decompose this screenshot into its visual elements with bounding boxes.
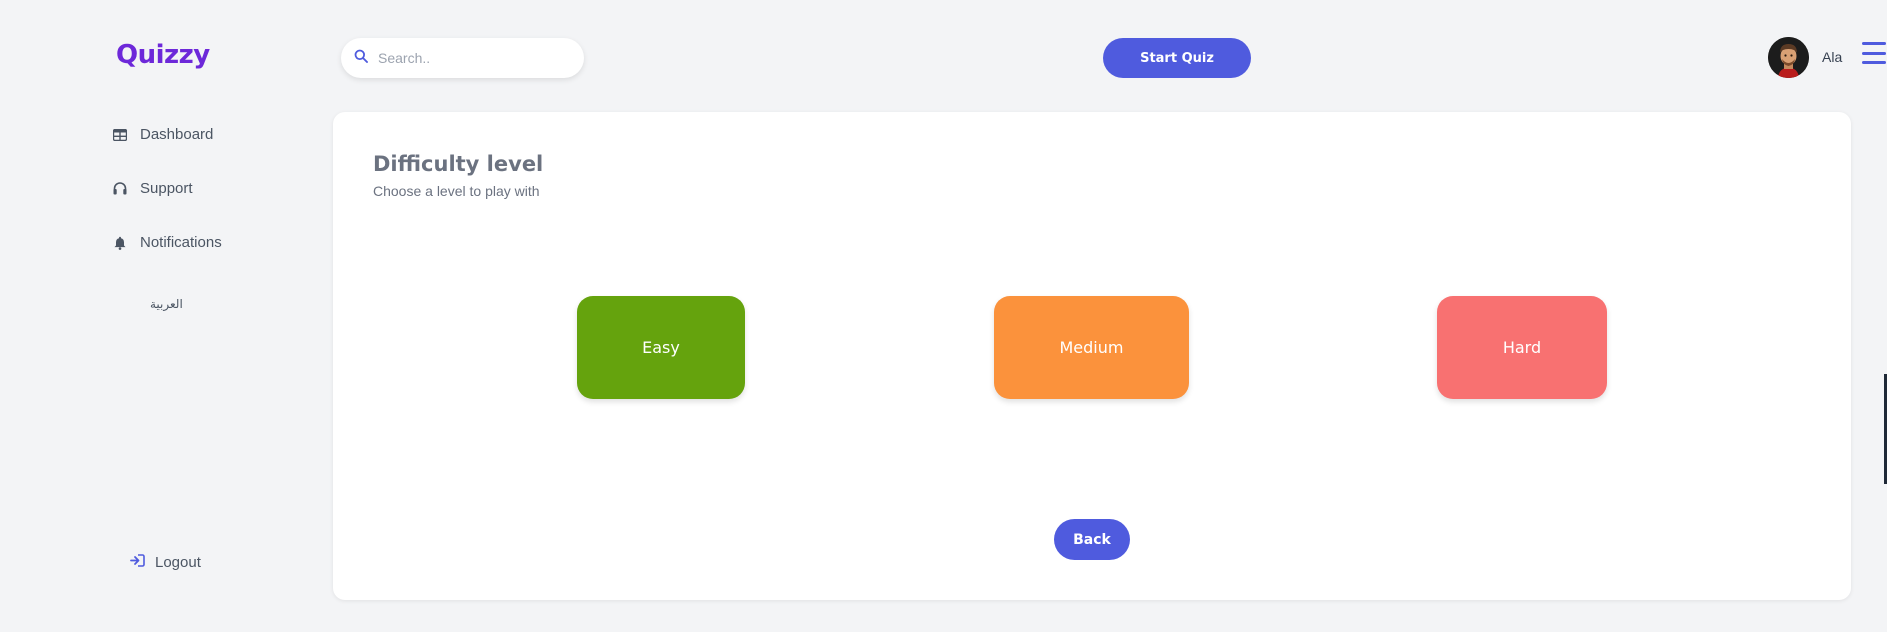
menu-line: [1862, 51, 1886, 55]
back-button[interactable]: Back: [1054, 519, 1130, 560]
menu-line: [1862, 61, 1886, 64]
app-logo: Quizzy: [116, 40, 210, 70]
search-input[interactable]: [378, 50, 558, 66]
search-box[interactable]: [341, 38, 584, 78]
level-easy-button[interactable]: Easy: [577, 296, 745, 399]
difficulty-card: Difficulty level Choose a level to play …: [333, 112, 1851, 600]
sidebar-item-support[interactable]: Support: [112, 180, 193, 197]
sidebar-item-label: Support: [140, 180, 193, 197]
menu-line: [1862, 42, 1886, 45]
sidebar-item-dashboard[interactable]: Dashboard: [112, 126, 213, 143]
avatar[interactable]: [1768, 37, 1809, 78]
search-icon: [354, 49, 368, 68]
level-hard-button[interactable]: Hard: [1437, 296, 1607, 399]
language-switch-link[interactable]: العربية: [150, 297, 183, 311]
level-label: Easy: [642, 338, 680, 357]
user-name: Ala: [1822, 49, 1843, 65]
start-quiz-button[interactable]: Start Quiz: [1103, 38, 1251, 78]
level-label: Hard: [1502, 338, 1542, 357]
sidebar-item-label: Notifications: [140, 234, 222, 251]
bell-icon: [112, 235, 128, 251]
logout-button[interactable]: Logout: [130, 554, 201, 571]
sidebar-item-label: Dashboard: [140, 126, 214, 143]
logout-label: Logout: [155, 554, 201, 571]
hamburger-menu-icon[interactable]: [1862, 42, 1886, 64]
level-medium-button[interactable]: Medium: [994, 296, 1189, 399]
headphones-icon: [112, 181, 128, 197]
logout-icon: [130, 554, 145, 571]
page-title: Difficulty level: [373, 152, 544, 176]
sidebar-item-notifications[interactable]: Notifications: [112, 234, 222, 251]
level-label: Medium: [1059, 338, 1124, 357]
page-subtitle: Choose a level to play with: [373, 183, 540, 199]
table-icon: [112, 127, 128, 143]
